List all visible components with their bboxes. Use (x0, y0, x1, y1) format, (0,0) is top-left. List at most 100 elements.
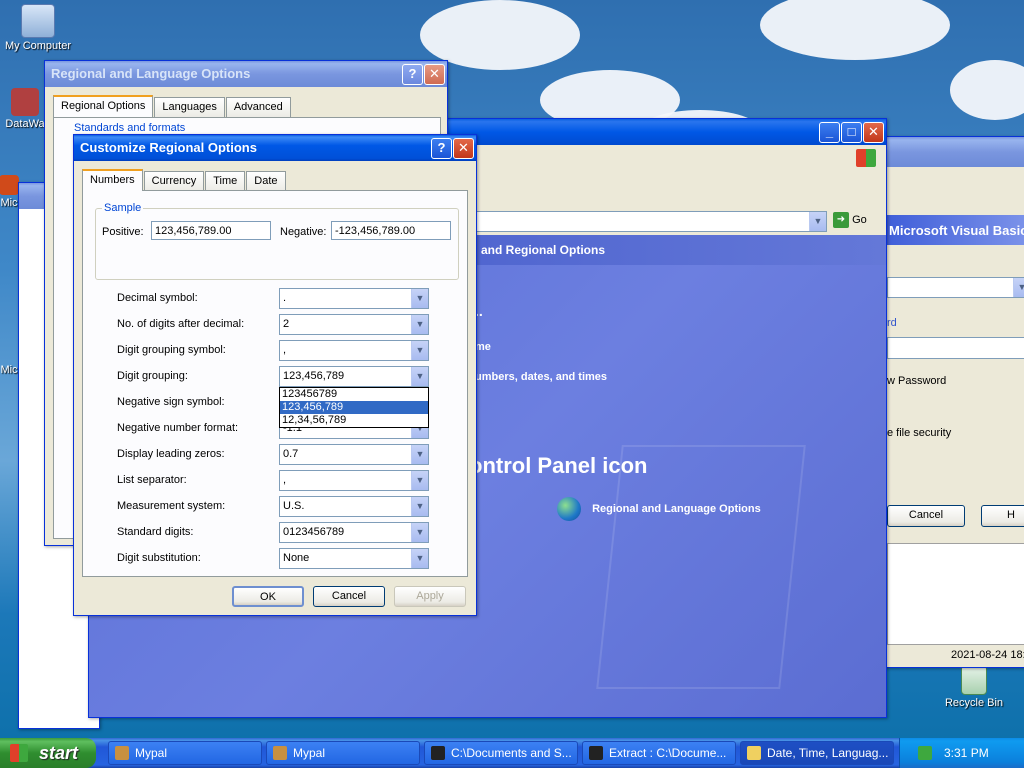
cloud (950, 60, 1024, 120)
ok-button[interactable]: OK (232, 586, 304, 607)
digit-substitution-combo[interactable]: None ▼ (279, 548, 429, 569)
cloud (760, 0, 950, 60)
chevron-down-icon: ▼ (411, 497, 428, 516)
help-button[interactable]: ? (431, 138, 452, 159)
vb-help-button[interactable]: H (981, 505, 1024, 527)
negative-number-format-label: Negative number format: (117, 422, 239, 434)
display-leading-zeros-combo[interactable]: 0.7 ▼ (279, 444, 429, 465)
address-input[interactable]: ▼ (469, 211, 827, 232)
start-button[interactable]: start (0, 738, 96, 768)
taskbar-item-mypal-2[interactable]: Mypal (266, 741, 420, 765)
chevron-down-icon: ▼ (411, 341, 428, 360)
vb-timestamp: 2021-08-24 18: (951, 649, 1024, 661)
combo-value: 123,456,789 (283, 370, 345, 382)
cancel-button[interactable]: Cancel (313, 586, 385, 607)
taskbar-item-date-time[interactable]: Date, Time, Languag... (740, 741, 894, 765)
tab-regional-options[interactable]: Regional Options (53, 95, 154, 117)
measurement-system-combo[interactable]: U.S. ▼ (279, 496, 429, 517)
standard-digits-combo[interactable]: 0123456789 ▼ (279, 522, 429, 543)
tab-date[interactable]: Date (246, 171, 286, 191)
tab-currency[interactable]: Currency (143, 171, 205, 191)
window-title: Regional and Language Options (51, 66, 251, 81)
combo-value: 2 (283, 318, 290, 330)
cp-link-me[interactable]: me (475, 341, 491, 353)
taskbar-item-mypal-1[interactable]: Mypal (108, 741, 262, 765)
chevron-down-icon: ▼ (809, 212, 826, 231)
cp-watermark (596, 445, 806, 689)
minimize-button[interactable]: _ (819, 122, 840, 143)
dialog-title: Customize Regional Options (80, 140, 257, 155)
chevron-down-icon: ▼ (411, 315, 428, 334)
digit-grouping-symbol-label: Digit grouping symbol: (117, 344, 226, 356)
app-icon (0, 350, 19, 362)
dropdown-option[interactable]: 123456789 (280, 388, 428, 401)
taskbar: start Mypal Mypal C:\Documents and S... … (0, 738, 1024, 768)
vb-text-field[interactable] (887, 337, 1024, 359)
go-button[interactable]: ➜ Go (833, 212, 879, 232)
digit-grouping-label: Digit grouping: (117, 370, 188, 382)
vb-title-text: Microsoft Visual Basic (889, 223, 1024, 238)
desktop-icon-label: My Computer (4, 40, 72, 52)
task-label: Mypal (293, 746, 326, 760)
digit-grouping-symbol-combo[interactable]: , ▼ (279, 340, 429, 361)
system-tray: 3:31 PM (899, 738, 1024, 768)
decimal-symbol-combo[interactable]: . ▼ (279, 288, 429, 309)
vb-link-rd[interactable]: rd (887, 317, 897, 329)
cp-icon-heading: ontrol Panel icon (469, 453, 648, 478)
chevron-down-icon: ▼ (411, 523, 428, 542)
digit-grouping-dropdown-list[interactable]: 123456789 123,456,789 12,34,56,789 (279, 387, 429, 428)
vb-label-password: w Password (887, 375, 947, 387)
folder-icon (747, 746, 761, 760)
vb-cancel-button[interactable]: Cancel (887, 505, 965, 527)
combo-value: 0.7 (283, 448, 299, 460)
desktop-icon-label: Recycle Bin (944, 697, 1004, 709)
desktop-icon-recycle-bin[interactable]: Recycle Bin (939, 665, 1009, 709)
tab-numbers[interactable]: Numbers (82, 169, 143, 191)
tab-languages[interactable]: Languages (154, 97, 225, 117)
chevron-down-icon: ▼ (411, 445, 428, 464)
combo-value: None (283, 552, 310, 564)
dropdown-option-selected[interactable]: 123,456,789 (280, 401, 428, 414)
customize-tabs: Numbers Currency Time Date (82, 169, 287, 191)
decimal-symbol-label: Decimal symbol: (117, 292, 198, 304)
list-separator-combo[interactable]: , ▼ (279, 470, 429, 491)
7zip-icon (431, 746, 445, 760)
maximize-button[interactable]: □ (841, 122, 862, 143)
windows-flag-icon (10, 744, 28, 762)
task-label: Mypal (135, 746, 168, 760)
taskbar-item-extract[interactable]: Extract : C:\Docume... (582, 741, 736, 765)
negative-label: Negative: (280, 226, 327, 238)
globe-icon (557, 497, 581, 521)
list-separator-label: List separator: (117, 474, 187, 486)
chevron-down-icon: ▼ (1013, 278, 1024, 297)
chevron-down-icon: ▼ (411, 367, 428, 386)
regional-tabs: Regional Options Languages Advanced (53, 95, 292, 117)
close-button[interactable]: ✕ (424, 64, 445, 85)
cp-link-numbers[interactable]: umbers, dates, and times (475, 371, 607, 383)
close-button[interactable]: ✕ (453, 138, 474, 159)
mypal-icon (115, 746, 129, 760)
measurement-system-label: Measurement system: (117, 500, 226, 512)
clock[interactable]: 3:31 PM (944, 746, 989, 760)
dropdown-option[interactable]: 12,34,56,789 (280, 414, 428, 427)
cp-header-text: and Regional Options (481, 243, 606, 257)
combo-value: U.S. (283, 500, 305, 512)
digits-after-decimal-label: No. of digits after decimal: (117, 318, 245, 330)
vb-toolbar (881, 177, 1024, 327)
desktop-icon-my-computer[interactable]: My Computer (3, 4, 73, 52)
sample-group: Sample Positive: 123,456,789.00 Negative… (95, 202, 459, 280)
apply-button: Apply (394, 586, 466, 607)
network-icon[interactable] (918, 746, 932, 760)
cp-icon-regional[interactable]: Regional and Language Options (557, 497, 761, 521)
digit-grouping-combo[interactable]: 123,456,789 ▼ (279, 366, 429, 387)
help-button[interactable]: ? (402, 64, 423, 85)
tab-advanced[interactable]: Advanced (225, 97, 291, 117)
digits-after-decimal-combo[interactable]: 2 ▼ (279, 314, 429, 335)
desktop-icon-label: DataWa (5, 118, 45, 130)
positive-sample-field: 123,456,789.00 (151, 221, 271, 240)
close-button[interactable]: ✕ (863, 122, 884, 143)
combo-value: , (283, 344, 287, 356)
vb-combo[interactable]: ▼ (887, 277, 1024, 298)
taskbar-item-documents[interactable]: C:\Documents and S... (424, 741, 578, 765)
tab-time[interactable]: Time (205, 171, 246, 191)
